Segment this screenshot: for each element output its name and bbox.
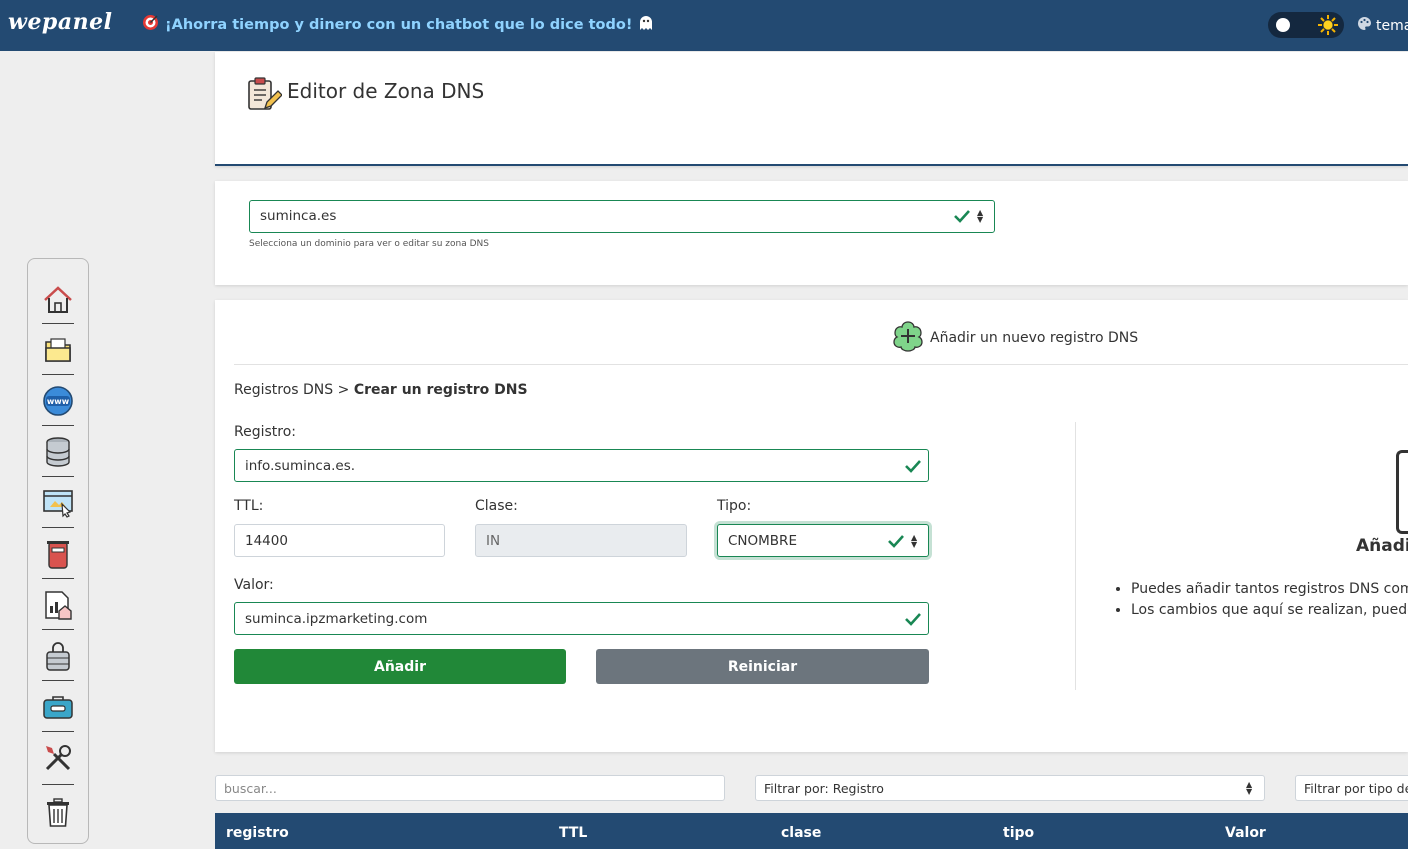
home-icon[interactable]: [41, 283, 75, 317]
database-icon[interactable]: [41, 435, 75, 469]
clase-input: IN: [475, 524, 687, 557]
valor-value: suminca.ipzmarketing.com: [245, 611, 428, 627]
palette-icon: [1357, 16, 1372, 35]
select-arrows-icon: ▲ ▼: [1246, 780, 1253, 796]
sidebar-divider: [42, 374, 74, 375]
dns-table-header: registro TTL clase tipo Valor: [215, 813, 1408, 849]
breadcrumb: Registros DNS > Crear un registro DNS: [234, 382, 528, 398]
select-arrows-icon: ▲ ▼: [911, 533, 918, 549]
filter-registro-select[interactable]: Filtrar por: Registro ▲ ▼: [755, 775, 1265, 801]
info-list: Puedes añadir tantos registros DNS como …: [1113, 579, 1408, 621]
promo-text[interactable]: ¡Ahorra tiempo y dinero con un chatbot q…: [165, 17, 632, 33]
add-record-header[interactable]: Añadir un nuevo registro DNS: [892, 320, 1138, 356]
domain-selector-card: suminca.es ▲ ▼ Selecciona un dominio para…: [215, 181, 1408, 285]
check-icon: [905, 458, 921, 477]
filter-tipo-select[interactable]: Filtrar por tipo de: [1295, 775, 1408, 801]
sidebar: www: [27, 258, 89, 844]
tipo-label: Tipo:: [717, 498, 752, 514]
folder-icon[interactable]: [41, 333, 75, 367]
check-icon: [954, 208, 970, 227]
sidebar-divider: [42, 731, 74, 732]
sun-icon: [1317, 14, 1339, 40]
select-arrows-icon: ▲ ▼: [977, 208, 984, 224]
trash-icon[interactable]: [41, 796, 75, 830]
top-bar: wepanel ¡Ahorra tiempo y dinero con un c…: [0, 0, 1408, 51]
domain-select-value: suminca.es: [260, 208, 337, 224]
column-tipo[interactable]: tipo: [1003, 825, 1034, 841]
clase-value: IN: [486, 533, 501, 549]
clipboard-edit-icon: [246, 77, 283, 115]
registro-label: Registro:: [234, 424, 297, 440]
globe-www-icon[interactable]: www: [41, 384, 75, 418]
domain-select[interactable]: suminca.es ▲ ▼: [249, 200, 995, 233]
sidebar-divider: [42, 323, 74, 324]
ssl-lock-icon[interactable]: [41, 639, 75, 673]
wepanel-logo[interactable]: wepanel: [8, 9, 112, 35]
breadcrumb-parent[interactable]: Registros DNS: [234, 382, 333, 398]
dns-record-form-card: Añadir un nuevo registro DNS Registros D…: [215, 300, 1408, 752]
sidebar-divider: [42, 425, 74, 426]
registro-input[interactable]: info.suminca.es.: [234, 449, 929, 482]
promo-banner[interactable]: ¡Ahorra tiempo y dinero con un chatbot q…: [142, 14, 654, 35]
mailbox-icon[interactable]: [41, 537, 75, 571]
tipo-select[interactable]: CNOMBRE ▲ ▼: [717, 524, 929, 557]
add-record-label[interactable]: Añadir un nuevo registro DNS: [930, 330, 1138, 346]
sidebar-divider: [42, 476, 74, 477]
breadcrumb-separator: >: [337, 382, 350, 398]
column-registro[interactable]: registro: [226, 825, 289, 841]
breadcrumb-current: Crear un registro DNS: [353, 382, 528, 398]
toolbox-icon[interactable]: [41, 690, 75, 724]
column-ttl[interactable]: TTL: [559, 825, 587, 841]
sidebar-divider: [42, 784, 74, 785]
themes-label[interactable]: temas: [1376, 18, 1408, 34]
domain-help-text: Selecciona un dominio para ver o editar …: [249, 239, 489, 249]
ghost-icon: [638, 14, 654, 35]
add-plus-icon: [892, 320, 924, 356]
tipo-value: CNOMBRE: [728, 533, 797, 549]
stats-icon[interactable]: [41, 588, 75, 622]
add-button[interactable]: Añadir: [234, 649, 566, 684]
sidebar-divider: [42, 629, 74, 630]
ttl-input[interactable]: 14400: [234, 524, 445, 557]
check-icon: [888, 533, 904, 552]
registro-value: info.suminca.es.: [245, 458, 356, 474]
valor-input[interactable]: suminca.ipzmarketing.com: [234, 602, 929, 635]
website-builder-icon[interactable]: [41, 486, 75, 520]
sidebar-divider: [42, 527, 74, 528]
info-title: Añadir: [1356, 536, 1408, 556]
column-divider: [1075, 422, 1076, 690]
toggle-knob: [1276, 18, 1290, 32]
tools-icon[interactable]: [41, 741, 75, 775]
info-bullet: Puedes añadir tantos registros DNS como: [1131, 579, 1408, 600]
ttl-label: TTL:: [234, 498, 264, 514]
valor-label: Valor:: [234, 577, 274, 593]
dark-mode-toggle[interactable]: [1268, 12, 1344, 38]
clase-label: Clase:: [475, 498, 518, 514]
search-input[interactable]: buscar...: [215, 775, 725, 801]
themes-menu[interactable]: temas: [1357, 16, 1408, 35]
target-icon: [142, 14, 159, 35]
sidebar-divider: [42, 578, 74, 579]
svg-text:www: www: [47, 397, 70, 406]
check-icon: [905, 611, 921, 630]
column-valor[interactable]: Valor: [1225, 825, 1266, 841]
filter-registro-value: Filtrar por: Registro: [764, 781, 884, 796]
page-title-card: Editor de Zona DNS: [215, 52, 1408, 166]
info-illustration: [1396, 450, 1408, 534]
filter-tipo-value: Filtrar por tipo de: [1304, 781, 1408, 796]
info-bullet: Los cambios que aquí se realizan, pueden: [1131, 600, 1408, 621]
search-placeholder: buscar...: [224, 781, 277, 796]
divider: [234, 364, 1408, 365]
page-title: Editor de Zona DNS: [287, 79, 485, 103]
reset-button[interactable]: Reiniciar: [596, 649, 929, 684]
column-clase[interactable]: clase: [781, 825, 821, 841]
sidebar-divider: [42, 680, 74, 681]
ttl-value: 14400: [245, 533, 288, 549]
